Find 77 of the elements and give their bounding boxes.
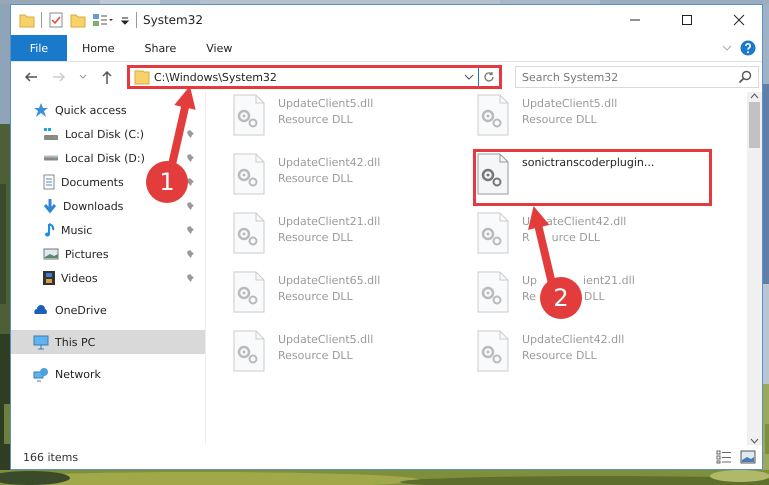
file-type: DLL [584, 290, 605, 303]
settings-file-icon[interactable] [233, 271, 265, 313]
window-title: System32 [143, 13, 204, 27]
ribbon-tab[interactable]: Share [129, 35, 192, 61]
navigation-item[interactable]: This PC [55, 336, 96, 348]
monitor-icon [33, 334, 49, 350]
file-type: R [522, 231, 530, 244]
file-type: Resource DLL [278, 290, 354, 303]
film-icon [43, 270, 55, 286]
details-view-icon[interactable] [716, 450, 732, 464]
settings-file-icon[interactable] [233, 153, 265, 195]
folder-icon[interactable] [19, 12, 35, 28]
music-note-icon [43, 222, 55, 238]
drive-icon [43, 127, 59, 141]
drive-icon [43, 155, 59, 161]
settings-file-icon[interactable] [477, 212, 509, 254]
chevron-up-icon[interactable] [750, 92, 759, 100]
file-type: Resource DLL [278, 113, 354, 126]
network-icon [33, 366, 49, 382]
view-icon[interactable] [92, 12, 114, 28]
chevron-down-icon[interactable] [750, 437, 759, 445]
close-icon [733, 14, 745, 26]
cloud-icon [33, 305, 49, 315]
navigation-item[interactable]: Network [55, 368, 101, 380]
settings-file-icon[interactable] [233, 94, 265, 136]
file-type: Re [522, 290, 536, 303]
settings-file-icon[interactable] [477, 330, 509, 372]
navigation-item[interactable]: Local Disk (D:) [65, 152, 145, 164]
help-icon[interactable] [740, 40, 756, 56]
maximize-icon [681, 14, 693, 26]
settings-file-icon[interactable] [233, 212, 265, 254]
search-field[interactable]: Search System32 [515, 66, 759, 88]
ribbon-tab[interactable]: View [191, 35, 248, 61]
file-type: urce DLL [552, 231, 600, 244]
chevron-down-icon[interactable] [464, 73, 474, 81]
file-name[interactable]: sonictranscoderplugin... [522, 156, 654, 169]
navigation-item[interactable]: Videos [61, 272, 98, 284]
navigation-item[interactable]: Local Disk (C:) [65, 128, 144, 140]
file-type: Resource DLL [278, 231, 354, 244]
navigation-item[interactable]: Pictures [65, 248, 109, 260]
file-type: Resource DLL [522, 349, 598, 362]
navigation-item[interactable]: Quick access [55, 104, 127, 116]
document-icon [43, 174, 55, 190]
file-tab[interactable]: File [11, 35, 67, 61]
item-count: 166 items [23, 450, 78, 464]
folder-icon [134, 69, 150, 85]
properties-icon[interactable] [48, 12, 64, 28]
navigation-item[interactable]: Music [61, 224, 92, 236]
picture-icon [43, 248, 59, 260]
file-type: Resource DLL [278, 349, 354, 362]
search-icon[interactable] [738, 70, 752, 84]
ribbon-tab[interactable]: Home [67, 35, 130, 61]
file-type: Resource DLL [278, 172, 354, 185]
pin-icon[interactable] [185, 272, 195, 284]
pin-icon[interactable] [185, 128, 195, 140]
large-icons-view-icon[interactable] [740, 450, 756, 464]
settings-file-icon[interactable] [477, 153, 509, 195]
settings-file-icon[interactable] [233, 330, 265, 372]
pin-icon[interactable] [185, 176, 195, 188]
settings-file-icon[interactable] [477, 271, 509, 313]
address-path: C:\Windows\System32 [154, 70, 278, 84]
navigation-item[interactable]: Documents [61, 176, 124, 188]
pin-icon[interactable] [185, 200, 195, 212]
download-arrow-icon [43, 198, 57, 214]
navigation-item[interactable]: OneDrive [55, 304, 107, 316]
pin-icon[interactable] [185, 152, 195, 164]
scrollbar-thumb[interactable] [749, 102, 760, 148]
star-icon [33, 102, 49, 118]
pin-icon[interactable] [185, 248, 195, 260]
folder-icon[interactable] [70, 12, 86, 28]
settings-file-icon[interactable] [477, 94, 509, 136]
scrollbar[interactable] [747, 92, 762, 445]
navigation-item[interactable]: Downloads [63, 200, 124, 212]
file-type: Resource DLL [522, 113, 598, 126]
refresh-icon [483, 71, 495, 83]
address-bar[interactable]: C:\Windows\System32 [127, 65, 502, 89]
pin-icon[interactable] [185, 224, 195, 236]
